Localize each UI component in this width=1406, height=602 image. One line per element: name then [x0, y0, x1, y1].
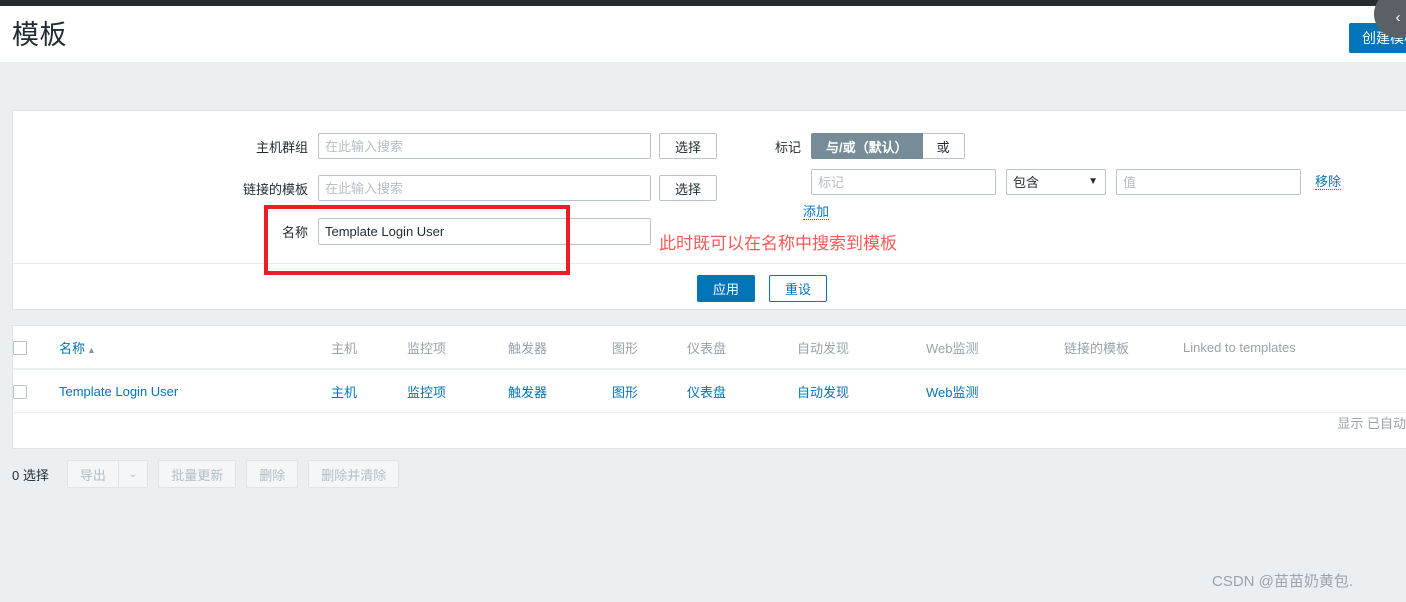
row-linked-templates-cell: [1064, 369, 1183, 413]
select-all-checkbox[interactable]: [13, 341, 27, 356]
tag-add-link[interactable]: 添加: [803, 204, 830, 220]
column-header-graphs: 图形: [612, 326, 687, 370]
filter-actions: 应用 重设: [697, 275, 827, 302]
page-title: 模板: [12, 20, 67, 50]
row-items-link[interactable]: 监控项: [407, 385, 446, 400]
linked-template-input[interactable]: [318, 175, 651, 201]
filter-panel: 主机群组 选择 链接的模板 选择 名称 标记 与/或（默认） 或: [12, 110, 1406, 310]
row-select-cell: [13, 369, 59, 413]
row-hosts-cell: 主机: [331, 369, 407, 413]
row-items-cell: 监控项: [407, 369, 508, 413]
row-checkbox[interactable]: [13, 385, 27, 400]
name-input[interactable]: [318, 218, 651, 245]
linked-template-label: 链接的模板: [242, 181, 308, 197]
host-group-input[interactable]: [318, 133, 651, 159]
template-table: 名称 ▲ 主机 监控项 触发器 图形 仪表盘 自动发现 Web监测 链接的模板 L…: [13, 326, 1406, 413]
tag-condition-select-wrap: 包含 ▼: [1006, 169, 1106, 195]
row-linked-to-templates-cell: [1183, 369, 1406, 413]
apply-button[interactable]: 应用: [697, 275, 755, 302]
row-hosts-link[interactable]: 主机: [331, 385, 357, 400]
row-dashboards-link[interactable]: 仪表盘: [687, 385, 726, 400]
row-graphs-cell: 图形: [612, 369, 687, 413]
export-dropdown-chevron-down-icon[interactable]: ⌄: [118, 460, 149, 488]
page-body: 主机群组 选择 链接的模板 选择 名称 标记 与/或（默认） 或: [0, 62, 1406, 602]
template-list-panel: 名称 ▲ 主机 监控项 触发器 图形 仪表盘 自动发现 Web监测 链接的模板 L…: [12, 325, 1406, 449]
row-graphs-link[interactable]: 图形: [612, 385, 638, 400]
reset-button[interactable]: 重设: [769, 275, 827, 302]
name-label: 名称: [281, 225, 308, 240]
filter-row-tags: 标记 与/或（默认） 或: [761, 133, 965, 159]
row-triggers-cell: 触发器: [508, 369, 612, 413]
export-button-group: 导出 ⌄: [66, 460, 149, 488]
page-header: 模板 创建模板 ‹: [0, 0, 1406, 62]
tag-condition-select[interactable]: 包含: [1006, 169, 1106, 195]
tag-operator-toggle: 与/或（默认） 或: [811, 133, 965, 159]
column-header-name: 名称 ▲: [59, 326, 331, 370]
select-all-header: [13, 326, 59, 370]
row-name-cell: Template Login User: [59, 369, 331, 413]
table-row: Template Login User 主机 监控项 触发器 图形 仪表盘 自动…: [13, 369, 1406, 413]
column-header-linked-templates: 链接的模板: [1064, 326, 1183, 370]
linked-template-select-button[interactable]: 选择: [659, 175, 717, 201]
column-header-web: Web监测: [926, 326, 1064, 370]
row-discovery-link[interactable]: 自动发现: [797, 385, 849, 400]
watermark: CSDN @苗苗奶黄包.: [1212, 573, 1354, 590]
table-footnote: 显示 已自动: [1337, 416, 1406, 431]
row-discovery-cell: 自动发现: [797, 369, 926, 413]
column-header-discovery: 自动发现: [797, 326, 926, 370]
filter-divider: [13, 263, 1406, 264]
export-button[interactable]: 导出: [66, 460, 119, 488]
tag-name-input[interactable]: [811, 169, 996, 195]
column-header-items: 监控项: [407, 326, 508, 370]
filter-row-host-group: 主机群组 选择: [233, 133, 717, 159]
delete-button[interactable]: 删除: [246, 460, 299, 488]
row-triggers-link[interactable]: 触发器: [508, 385, 547, 400]
host-group-label: 主机群组: [255, 139, 308, 155]
bulk-action-bar: 0 选择 导出 ⌄ 批量更新 删除 删除并清除: [12, 460, 400, 488]
tag-operator-and-or-button[interactable]: 与/或（默认）: [811, 133, 923, 159]
tags-label: 标记: [774, 139, 801, 155]
table-head: 名称 ▲ 主机 监控项 触发器 图形 仪表盘 自动发现 Web监测 链接的模板 L…: [13, 326, 1406, 370]
column-header-dashboards: 仪表盘: [687, 326, 797, 370]
mass-update-button[interactable]: 批量更新: [158, 460, 237, 488]
tag-operator-or-button[interactable]: 或: [922, 133, 965, 159]
selection-count-label: 0 选择: [12, 467, 49, 483]
column-header-hosts: 主机: [331, 326, 407, 370]
row-web-link[interactable]: Web监测: [926, 385, 979, 400]
row-dashboards-cell: 仪表盘: [687, 369, 797, 413]
column-header-triggers: 触发器: [508, 326, 612, 370]
column-header-name-link[interactable]: 名称: [59, 341, 85, 356]
filter-row-tag-add: 添加: [803, 204, 830, 220]
row-web-cell: Web监测: [926, 369, 1064, 413]
column-header-linked-to-templates: Linked to templates: [1183, 326, 1406, 370]
sort-ascending-icon: ▲: [87, 345, 96, 355]
table-header-row: 名称 ▲ 主机 监控项 触发器 图形 仪表盘 自动发现 Web监测 链接的模板 L…: [13, 326, 1406, 370]
filter-row-name: 名称: [268, 218, 651, 245]
annotation-text: 此时既可以在名称中搜索到模板: [659, 234, 897, 253]
tag-remove-link[interactable]: 移除: [1315, 174, 1342, 190]
table-body: Template Login User 主机 监控项 触发器 图形 仪表盘 自动…: [13, 369, 1406, 413]
host-group-select-button[interactable]: 选择: [659, 133, 717, 159]
row-template-name-link[interactable]: Template Login User: [59, 384, 178, 399]
delete-and-clear-button[interactable]: 删除并清除: [308, 460, 400, 488]
filter-row-linked-template: 链接的模板 选择: [219, 175, 717, 201]
tag-value-input[interactable]: [1116, 169, 1301, 195]
filter-row-tag-condition: 包含 ▼ 移除: [811, 169, 1342, 195]
